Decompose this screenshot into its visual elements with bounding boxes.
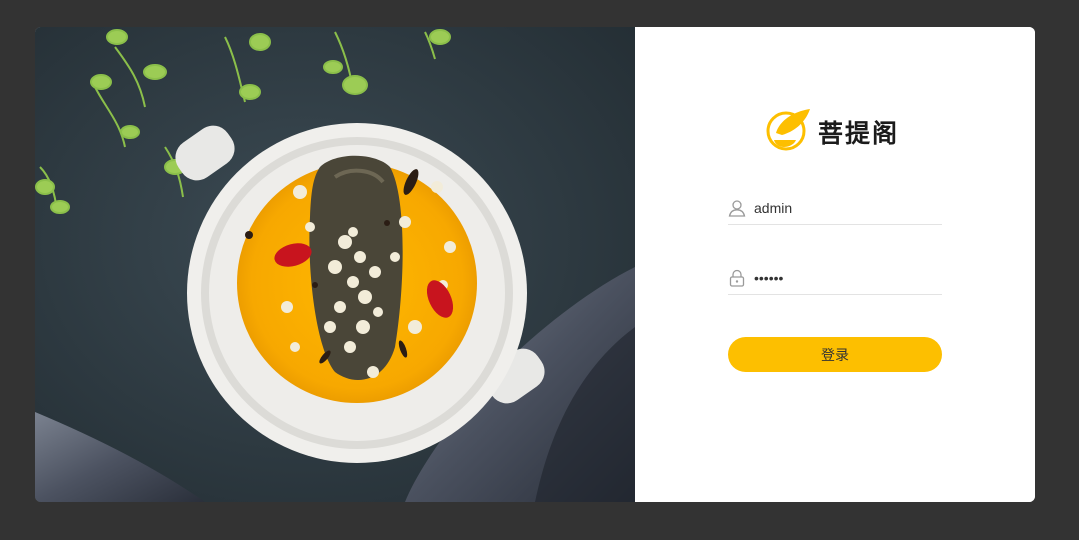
brand: 菩提阁	[766, 107, 899, 156]
brand-name: 菩提阁	[818, 118, 900, 148]
leaf-bowl-logo-icon	[766, 107, 812, 156]
password-input[interactable]	[754, 270, 934, 286]
lock-icon	[728, 269, 746, 287]
login-button[interactable]: 登录	[728, 337, 942, 372]
username-input[interactable]	[754, 200, 934, 216]
user-icon	[728, 199, 746, 217]
hero-food-photo	[35, 27, 635, 502]
food-bowl-illustration	[35, 27, 635, 502]
login-panel: 菩提阁 登录	[635, 27, 1035, 502]
username-field	[728, 192, 942, 225]
login-card: 菩提阁 登录	[35, 27, 1035, 502]
password-field	[728, 262, 942, 295]
